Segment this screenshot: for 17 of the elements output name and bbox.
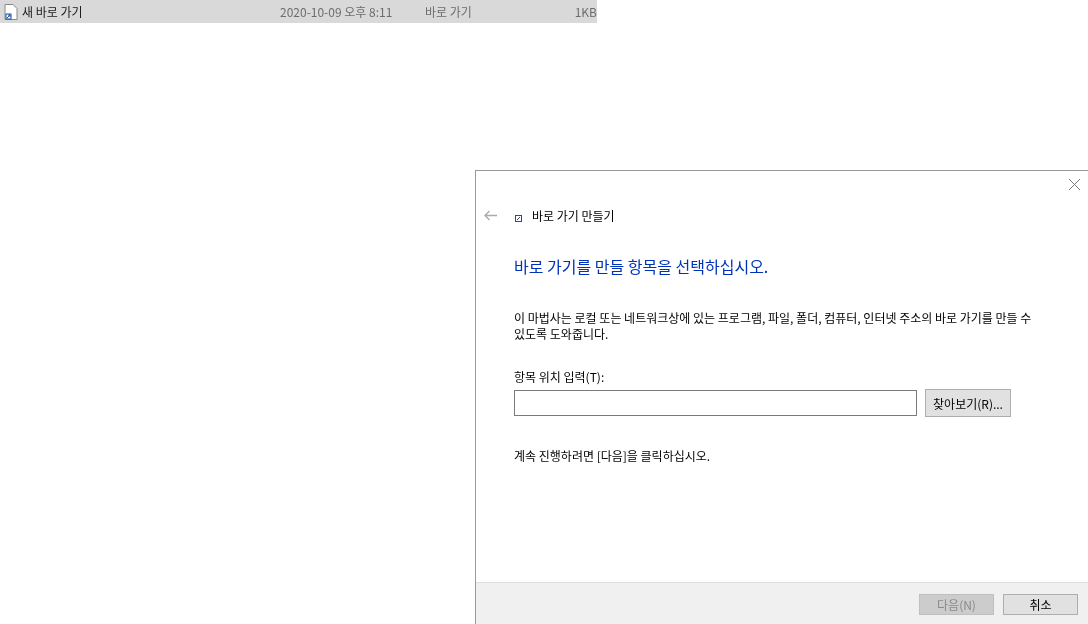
file-date: 2020-10-09 오후 8:11 [280, 3, 394, 20]
back-arrow-icon[interactable] [484, 210, 497, 221]
close-icon[interactable] [1069, 179, 1080, 190]
browse-button[interactable]: 찾아보기(R)... [925, 389, 1011, 417]
wizard-description: 이 마법사는 로컬 또는 네트워크상에 있는 프로그램, 파일, 폴더, 컴퓨터, 인터넷 주소의 바로 가기를 만들 수 있도록 도와줍니다. [514, 310, 1033, 342]
shortcut-file-icon [4, 3, 18, 20]
wizard-title: 바로 가기 만들기 [532, 207, 615, 224]
shortcut-icon [515, 215, 522, 222]
file-type: 바로 가기 [425, 3, 473, 20]
location-label: 항목 위치 입력(T): [514, 368, 606, 385]
location-input-field[interactable] [514, 390, 917, 416]
file-row[interactable]: 새 바로 가기 2020-10-09 오후 8:11 바로 가기 1KB [0, 0, 597, 23]
wizard-heading: 바로 가기를 만들 항목을 선택하십시오. [514, 254, 770, 278]
file-size: 1KB [573, 3, 597, 20]
instruction-text: 계속 진행하려면 [다음]을 클릭하십시오. [514, 447, 712, 464]
file-name: 새 바로 가기 [22, 3, 84, 20]
dialog-button[interactable]: 취소 [1003, 593, 1078, 615]
